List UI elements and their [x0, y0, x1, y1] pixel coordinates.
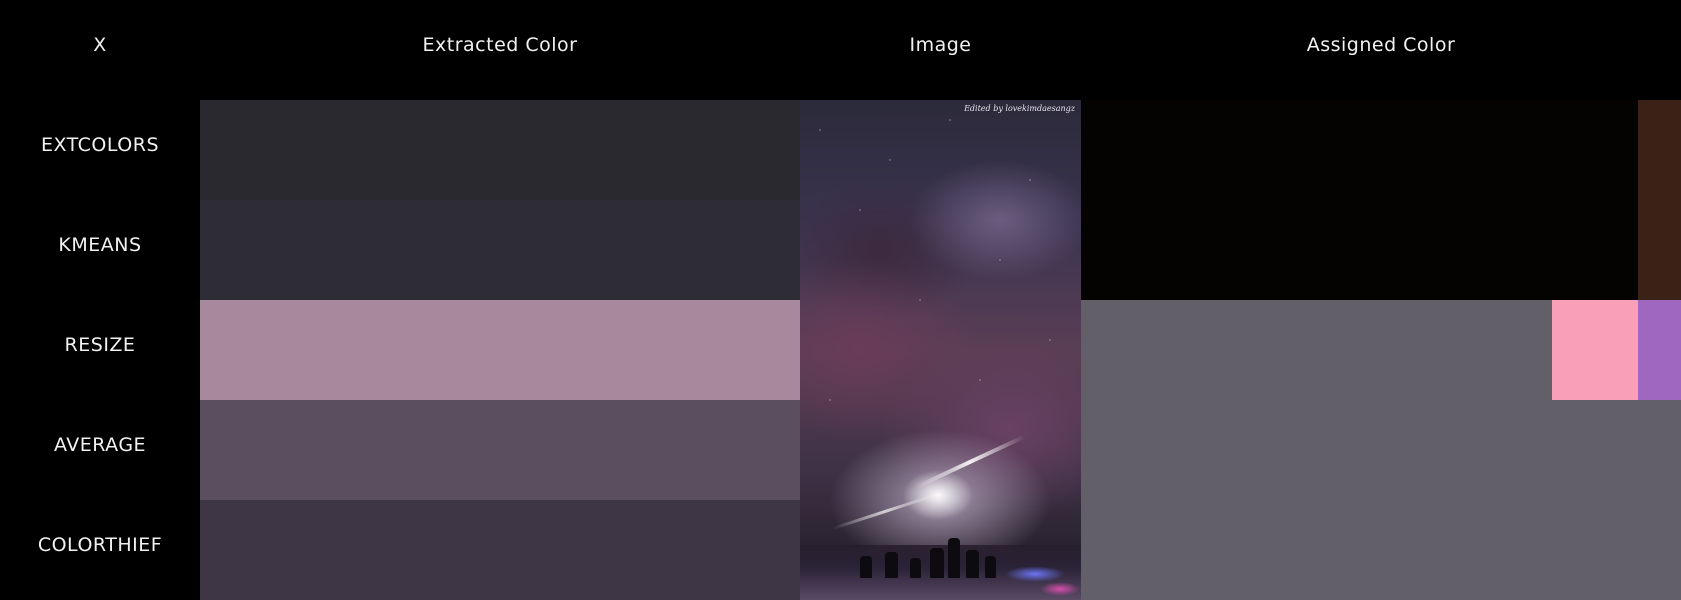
assigned-swatch-near-black	[1081, 100, 1638, 300]
row-label-colorthief: COLORTHIEF	[37, 534, 163, 556]
column-header-x: X	[93, 34, 107, 56]
blue-stage-light	[1005, 566, 1065, 582]
performer-silhouette	[985, 556, 996, 578]
row-label-resize: RESIZE	[64, 334, 136, 356]
concert-sky-image: Edited by lovekimdaesangz	[800, 100, 1081, 600]
performer-silhouette	[930, 548, 944, 578]
assigned-swatch-pink	[1552, 300, 1638, 400]
extracted-swatch-average	[200, 400, 800, 500]
column-header-image: Image	[909, 34, 972, 56]
row-label-kmeans: KMEANS	[58, 234, 142, 256]
assigned-swatch-purple	[1638, 300, 1681, 400]
extracted-swatch-extcolors	[200, 100, 800, 200]
performer-silhouette	[948, 538, 960, 578]
assigned-swatch-gray-resize	[1081, 300, 1552, 400]
extracted-swatch-kmeans	[200, 200, 800, 300]
row-label-average: AVERAGE	[53, 434, 147, 456]
row-label-extcolors: EXTCOLORS	[40, 134, 160, 156]
extracted-swatch-resize	[200, 300, 800, 400]
performer-silhouette	[910, 558, 921, 578]
assigned-swatch-brown	[1638, 100, 1681, 300]
performer-silhouette	[885, 552, 898, 578]
performer-silhouette	[966, 550, 979, 578]
assigned-swatch-gray	[1081, 400, 1681, 600]
performer-silhouette	[860, 556, 872, 578]
image-credit-text: Edited by lovekimdaesangz	[964, 104, 1075, 113]
column-header-extracted-color: Extracted Color	[422, 34, 578, 56]
pink-stage-light	[1040, 582, 1080, 596]
column-header-assigned-color: Assigned Color	[1306, 34, 1456, 56]
extracted-swatch-colorthief	[200, 500, 800, 600]
